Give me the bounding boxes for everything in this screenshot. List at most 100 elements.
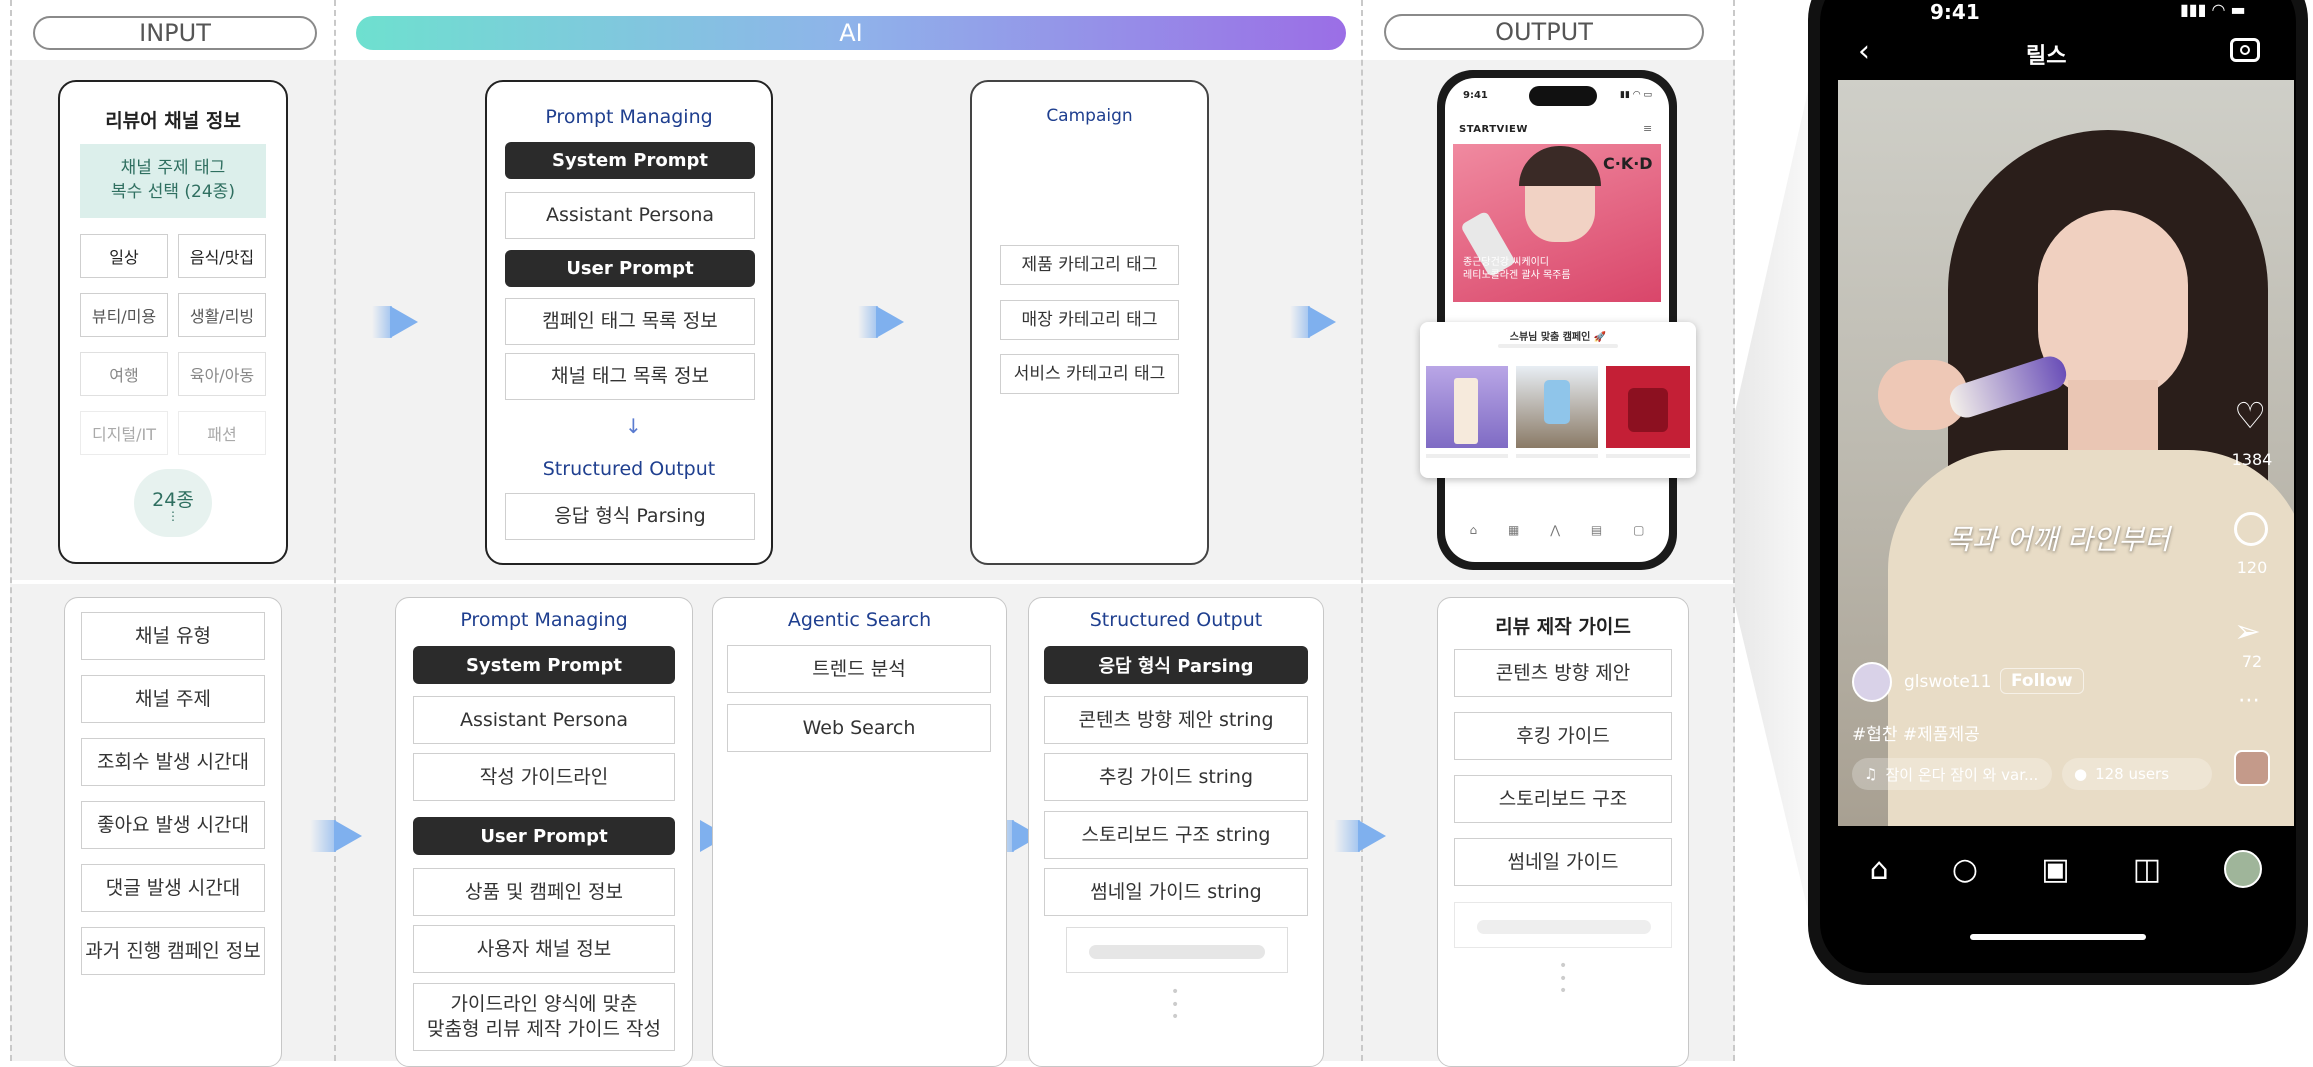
tag-living: 생활/리빙 — [178, 293, 266, 337]
assistant-persona-bottom: Assistant Persona — [413, 696, 675, 744]
reels-screen: 9:41 ▮▮▮ ◠ ▬ ‹ 릴스 목과 어깨 라인부터 ♡ 1384 120 … — [1820, 0, 2296, 973]
likes-count: 1384 — [2231, 450, 2273, 469]
down-arrow-icon: ↓ — [625, 414, 642, 438]
arrow-tail-2 — [858, 306, 878, 338]
so-placeholder — [1066, 927, 1288, 973]
bag-icon[interactable]: ▢ — [1633, 523, 1644, 537]
popup-product-1[interactable] — [1426, 366, 1508, 448]
popup-title: 스뷰님 맞춤 캠페인 🚀 — [1509, 332, 1607, 343]
divider-input-ai — [334, 0, 336, 1061]
comments-count: 120 — [2236, 558, 2268, 577]
arrow-7 — [1358, 820, 1386, 852]
reels-bottom-nav: ⌂ ○ ▣ ◫ — [1838, 834, 2294, 904]
web-search: Web Search — [727, 704, 991, 752]
back-chevron-icon[interactable]: ‹ — [1858, 34, 1870, 69]
review-guide-card: 리뷰 제작 가이드 콘텐츠 방향 제안 후킹 가이드 스토리보드 구조 썸네일 … — [1437, 597, 1689, 1067]
users-chip[interactable]: ● 128 users — [2062, 758, 2212, 790]
shares-count: 72 — [2241, 652, 2263, 671]
count-badge: 24종 ⋮ — [134, 469, 212, 537]
arrow-tail-7 — [1334, 820, 1360, 852]
music-chip[interactable]: ♫ 잠이 온다 잠이 와 var... — [1852, 758, 2052, 790]
home-indicator — [1970, 934, 2146, 940]
tube-shape — [1454, 378, 1478, 444]
reels-title: 릴스 — [2026, 44, 2067, 69]
channel-type: 채널 유형 — [81, 612, 265, 660]
campaign-tags-top: 캠페인 태그 목록 정보 — [505, 298, 755, 345]
phone-time: 9:41 — [1463, 90, 1488, 101]
system-prompt-bottom: System Prompt — [413, 646, 675, 684]
arrow-tail-3 — [1290, 306, 1310, 338]
phone-banner[interactable]: C·K·D 종근당건강 씨케이디 레티노콜라겐 괄사 목주름 — [1453, 144, 1661, 302]
popup-product-2[interactable] — [1516, 366, 1598, 448]
header-input: INPUT — [33, 16, 317, 50]
audio-thumb[interactable] — [2234, 750, 2270, 786]
chart-icon[interactable]: ⋀ — [1550, 523, 1560, 537]
likes-time: 좋아요 발생 시간대 — [81, 801, 265, 849]
more-icon[interactable]: ⋯ — [2238, 688, 2260, 713]
divider-ai-output — [1361, 0, 1363, 1061]
output-phone-screen: 9:41 ▮▮ ◠ ▭ STARTVIEW ≡ C·K·D 종근당건강 씨케이디… — [1445, 78, 1669, 562]
more-dots-icon: ⋮ — [167, 508, 179, 523]
comments-time: 댓글 발생 시간대 — [81, 864, 265, 912]
topic-tag-box: 채널 주제 태그 복수 선택 (24종) — [80, 144, 266, 218]
user-channel-bottom: 사용자 채널 정보 — [413, 925, 675, 973]
popup-product-3[interactable] — [1606, 366, 1690, 448]
prompt-managing-bottom-title: Prompt Managing — [460, 609, 628, 631]
past-campaigns: 과거 진행 캠페인 정보 — [81, 927, 265, 975]
arrow-2 — [876, 306, 904, 338]
divider-right — [1733, 0, 1735, 1061]
nav-profile-avatar[interactable] — [2224, 850, 2263, 888]
nav-reels-icon[interactable]: ▣ — [2041, 852, 2069, 887]
header-output: OUTPUT — [1384, 14, 1704, 50]
prompt-managing-bottom-card: Prompt Managing System Prompt Assistant … — [395, 597, 693, 1067]
share-icon[interactable]: ➢ — [2234, 612, 2261, 650]
phone-status-icons: ▮▮ ◠ ▭ — [1620, 90, 1652, 100]
campaign-item-store: 매장 카테고리 태그 — [1000, 300, 1179, 340]
parsing-bottom: 응답 형식 Parsing — [1044, 646, 1308, 684]
popup-subtitle-line — [1498, 344, 1618, 348]
follow-button[interactable]: Follow — [2000, 668, 2084, 694]
review-guide-title: 리뷰 제작 가이드 — [1495, 616, 1631, 638]
camera-icon[interactable] — [2230, 38, 2260, 62]
count-text: 24종 — [152, 488, 194, 511]
phone-bottom-nav: ⌂ ▦ ⋀ ▤ ▢ — [1454, 510, 1660, 550]
popup-meta-3 — [1606, 454, 1690, 458]
arrow-tail-4 — [310, 820, 336, 852]
hashtags[interactable]: #협찬 #제품제공 — [1852, 720, 1980, 745]
user-avatar[interactable] — [1852, 662, 1892, 702]
channel-info-card: 채널 유형 채널 주제 조회수 발생 시간대 좋아요 발생 시간대 댓글 발생 … — [64, 597, 282, 1067]
nav-shop-icon[interactable]: ◫ — [2133, 852, 2161, 887]
username[interactable]: glswote11 — [1904, 672, 1991, 692]
banner-model-hair — [1519, 146, 1601, 186]
header-ai: AI — [356, 16, 1346, 50]
phone-app-name: STARTVIEW — [1459, 124, 1528, 135]
user-prompt-bottom: User Prompt — [413, 817, 675, 855]
nav-home-icon[interactable]: ⌂ — [1870, 852, 1889, 887]
rg-placeholder-bar — [1477, 920, 1651, 934]
music-note-icon: ♫ — [1864, 765, 1878, 783]
agentic-search-card: Agentic Search 트렌드 분석 Web Search — [712, 597, 1007, 1067]
so-more-dots-icon: • • • — [1171, 984, 1180, 1026]
so-content-direction: 콘텐츠 방향 제안 string — [1044, 696, 1308, 744]
calendar-icon[interactable]: ▤ — [1591, 523, 1602, 537]
music-title: 잠이 온다 잠이 와 var... — [1885, 765, 2039, 784]
comment-icon[interactable] — [2234, 512, 2268, 546]
channel-tags-top: 채널 태그 목록 정보 — [505, 353, 755, 400]
campaign-popup[interactable]: 스뷰님 맞춤 캠페인 🚀 — [1420, 322, 1696, 478]
tag-daily: 일상 — [80, 234, 168, 278]
phone-menu-icon[interactable]: ≡ — [1643, 122, 1652, 135]
arrow-tail-1 — [372, 306, 392, 338]
grid-icon[interactable]: ▦ — [1508, 523, 1519, 537]
heart-icon[interactable]: ♡ — [2234, 396, 2266, 437]
nav-search-icon[interactable]: ○ — [1952, 852, 1978, 887]
tag-beauty: 뷰티/미용 — [80, 293, 168, 337]
tag-parenting: 육아/아동 — [178, 352, 266, 396]
structured-output-top-title: Structured Output — [542, 458, 716, 480]
reels-time: 9:41 — [1930, 0, 1980, 24]
home-icon[interactable]: ⌂ — [1469, 523, 1477, 537]
zoom-connector — [1735, 60, 1815, 940]
banner-brand: C·K·D — [1603, 154, 1653, 173]
parsing-top: 응답 형식 Parsing — [505, 493, 755, 540]
output-phone: 9:41 ▮▮ ◠ ▭ STARTVIEW ≡ C·K·D 종근당건강 씨케이디… — [1437, 70, 1677, 570]
structured-output-bottom-card: Structured Output 응답 형식 Parsing 콘텐츠 방향 제… — [1028, 597, 1324, 1067]
